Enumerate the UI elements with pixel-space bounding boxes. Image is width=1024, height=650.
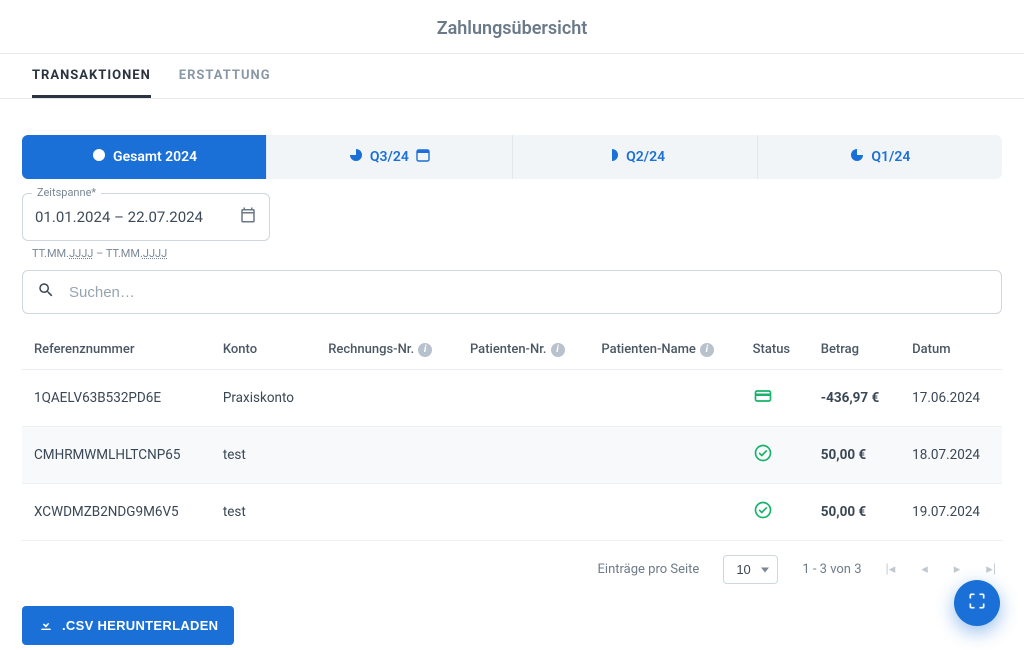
col-status: Status bbox=[741, 328, 809, 370]
period-label: Q2/24 bbox=[626, 149, 665, 165]
col-ref: Referenznummer bbox=[22, 328, 211, 370]
pie-three-quarter-icon bbox=[348, 147, 364, 167]
col-patient-no: Patienten-Nr.i bbox=[458, 328, 589, 370]
check-circle-icon bbox=[753, 451, 773, 467]
period-bar: Gesamt 2024 Q3/24 Q2/24 Q1/24 bbox=[22, 135, 1002, 179]
info-icon[interactable]: i bbox=[700, 343, 714, 357]
csv-label: .CSV HERUNTERLADEN bbox=[62, 618, 218, 633]
table-row[interactable]: CMHRMWMLHLTCNP65 test 50,00 € 18.07.2024 bbox=[22, 427, 1002, 484]
pager-next-icon[interactable]: ▸ bbox=[954, 562, 961, 577]
col-invoice: Rechnungs-Nr.i bbox=[316, 328, 458, 370]
cell-date: 18.07.2024 bbox=[900, 427, 1002, 484]
calendar-icon bbox=[415, 147, 431, 167]
info-icon[interactable]: i bbox=[551, 343, 565, 357]
tab-bar: TRANSAKTIONEN ERSTATTUNG bbox=[0, 53, 1024, 99]
page-size-select[interactable]: 10 bbox=[723, 555, 778, 584]
period-label: Gesamt 2024 bbox=[113, 149, 197, 165]
pie-quarter-icon bbox=[849, 147, 865, 167]
cell-ref: CMHRMWMLHLTCNP65 bbox=[22, 427, 211, 484]
pager: Einträge pro Seite 10 1 - 3 von 3 |◂ ◂ ▸… bbox=[22, 541, 1002, 592]
cell-patient-no bbox=[458, 370, 589, 427]
cell-ref: 1QAELV63B532PD6E bbox=[22, 370, 211, 427]
table-row[interactable]: 1QAELV63B532PD6E Praxiskonto -436,97 € 1… bbox=[22, 370, 1002, 427]
cell-invoice bbox=[316, 370, 458, 427]
col-date: Datum bbox=[900, 328, 1002, 370]
check-circle-icon bbox=[753, 508, 773, 524]
cell-patient-no bbox=[458, 484, 589, 541]
cell-account: Praxiskonto bbox=[211, 370, 316, 427]
daterange-input[interactable]: 01.01.2024 – 22.07.2024 bbox=[22, 193, 270, 241]
circle-full-icon bbox=[91, 147, 107, 167]
cell-invoice bbox=[316, 484, 458, 541]
pie-half-icon bbox=[604, 147, 620, 167]
transactions-table: Referenznummer Konto Rechnungs-Nr.i Pati… bbox=[22, 328, 1002, 541]
pager-last-icon[interactable]: ▸| bbox=[986, 562, 996, 577]
table-row[interactable]: XCWDMZB2NDG9M6V5 test 50,00 € 19.07.2024 bbox=[22, 484, 1002, 541]
tab-transaktionen[interactable]: TRANSAKTIONEN bbox=[32, 54, 151, 98]
fullscreen-fab[interactable] bbox=[954, 580, 1000, 626]
daterange-hint: TT.MM.JJJJ – TT.MM.JJJJ bbox=[32, 247, 1002, 260]
tab-erstattung[interactable]: ERSTATTUNG bbox=[179, 54, 271, 98]
page-title: Zahlungsübersicht bbox=[0, 0, 1024, 53]
period-tab-q3[interactable]: Q3/24 bbox=[266, 135, 511, 179]
cell-account: test bbox=[211, 427, 316, 484]
cell-invoice bbox=[316, 427, 458, 484]
info-icon[interactable]: i bbox=[418, 343, 432, 357]
period-tab-q2[interactable]: Q2/24 bbox=[512, 135, 757, 179]
pager-label: Einträge pro Seite bbox=[598, 562, 700, 577]
pager-first-icon[interactable]: |◂ bbox=[886, 562, 896, 577]
calendar-icon bbox=[239, 206, 257, 228]
period-label: Q3/24 bbox=[370, 149, 409, 165]
col-patient-name: Patienten-Namei bbox=[589, 328, 740, 370]
csv-download-button[interactable]: .CSV HERUNTERLADEN bbox=[22, 606, 234, 645]
cell-patient-name bbox=[589, 427, 740, 484]
cell-patient-name bbox=[589, 370, 740, 427]
search-box[interactable] bbox=[22, 270, 1002, 314]
period-tab-gesamt[interactable]: Gesamt 2024 bbox=[22, 135, 266, 179]
cell-status bbox=[741, 484, 809, 541]
period-tab-q1[interactable]: Q1/24 bbox=[757, 135, 1002, 179]
daterange-label: Zeitspanne* bbox=[32, 186, 101, 199]
cell-account: test bbox=[211, 484, 316, 541]
col-amount: Betrag bbox=[809, 328, 900, 370]
search-icon bbox=[37, 281, 55, 303]
cell-amount: 50,00 € bbox=[809, 484, 900, 541]
cell-amount: -436,97 € bbox=[809, 370, 900, 427]
pager-prev-icon[interactable]: ◂ bbox=[921, 562, 928, 577]
fullscreen-icon bbox=[967, 591, 987, 615]
pager-range: 1 - 3 von 3 bbox=[802, 562, 861, 577]
cell-status bbox=[741, 427, 809, 484]
period-label: Q1/24 bbox=[871, 149, 910, 165]
cell-amount: 50,00 € bbox=[809, 427, 900, 484]
daterange-value: 01.01.2024 – 22.07.2024 bbox=[35, 208, 203, 226]
card-icon bbox=[753, 394, 773, 410]
cell-patient-name bbox=[589, 484, 740, 541]
cell-date: 17.06.2024 bbox=[900, 370, 1002, 427]
cell-status bbox=[741, 370, 809, 427]
cell-patient-no bbox=[458, 427, 589, 484]
download-icon bbox=[38, 616, 54, 635]
search-input[interactable] bbox=[69, 284, 987, 301]
cell-ref: XCWDMZB2NDG9M6V5 bbox=[22, 484, 211, 541]
col-account: Konto bbox=[211, 328, 316, 370]
cell-date: 19.07.2024 bbox=[900, 484, 1002, 541]
